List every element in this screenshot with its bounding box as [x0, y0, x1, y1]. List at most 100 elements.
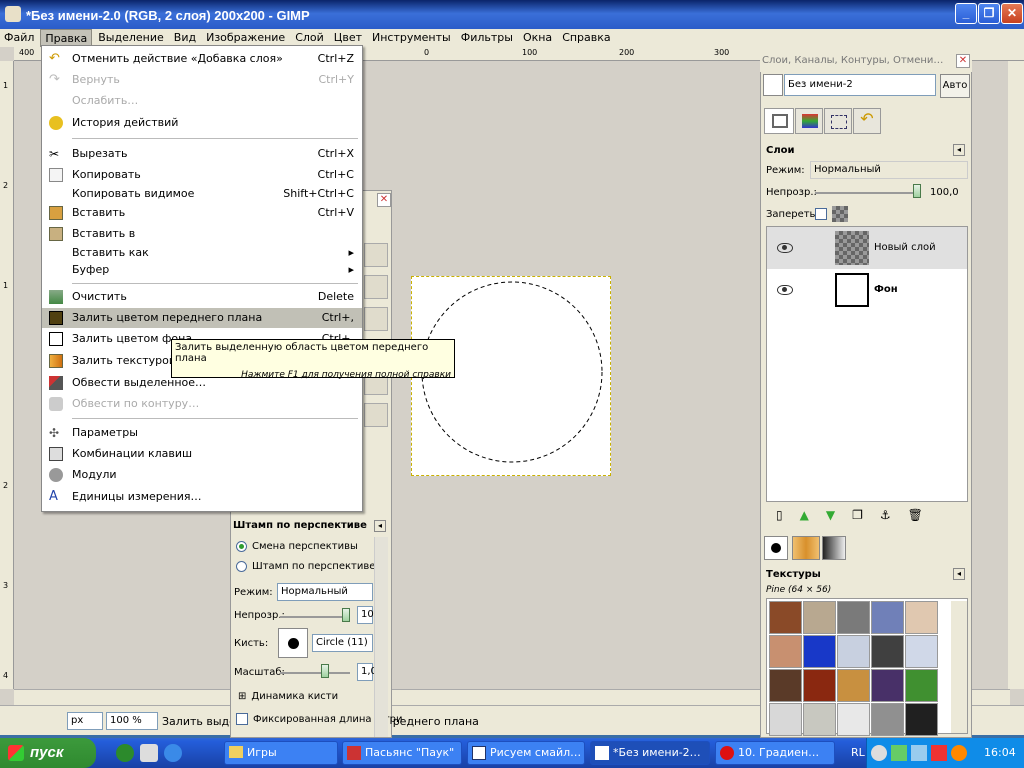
texture-swatch[interactable]: [769, 669, 802, 702]
menu-item-undo[interactable]: ↶ Отменить действие «Добавка слоя» Ctrl+Z: [42, 49, 362, 69]
scale-slider-handle[interactable]: [321, 664, 329, 678]
texture-swatch[interactable]: [871, 635, 904, 668]
texture-swatch[interactable]: [871, 703, 904, 736]
menu-item-paste[interactable]: Вставить Ctrl+V: [42, 203, 362, 223]
menu-item-paste-into[interactable]: Вставить в: [42, 224, 362, 244]
close-button[interactable]: ✕: [1001, 3, 1023, 24]
tool-zoom-icon[interactable]: [364, 275, 388, 299]
textures-scrollbar[interactable]: [951, 601, 967, 733]
task-gimp[interactable]: *Без имени-2…: [590, 741, 710, 765]
utorrent-icon[interactable]: [116, 744, 134, 762]
menu-item-buffer[interactable]: Буфер ▸: [42, 260, 362, 280]
minimize-button[interactable]: _: [955, 3, 977, 24]
mode-select[interactable]: Нормальный: [277, 583, 373, 601]
menu-item-fade[interactable]: Ослабить…: [42, 91, 362, 111]
menu-file[interactable]: Файл: [0, 29, 38, 47]
brush-dynamics-expander[interactable]: ⊞ Динамика кисти: [238, 691, 338, 702]
opacity-value[interactable]: 100: [357, 606, 380, 624]
tray-back-icon[interactable]: [871, 745, 887, 761]
brush-preview-button[interactable]: [278, 628, 308, 658]
unit-select[interactable]: px: [67, 712, 103, 730]
menu-item-stroke-path[interactable]: Обвести по контуру…: [42, 394, 362, 414]
tray-download-icon[interactable]: [911, 745, 927, 761]
radio-perspective-clone[interactable]: Штамп по перспективе: [236, 561, 375, 572]
delete-layer-icon[interactable]: 🗑: [908, 508, 923, 522]
texture-swatch[interactable]: [803, 703, 836, 736]
tray-network-icon[interactable]: [891, 745, 907, 761]
texture-swatch[interactable]: [905, 703, 938, 736]
scale-slider[interactable]: [280, 672, 350, 674]
tab-undo-history[interactable]: ↶: [853, 108, 881, 134]
layer-row[interactable]: Фон: [767, 269, 967, 311]
tool-perspective-clone-icon[interactable]: [364, 403, 388, 427]
task-spider-solitaire[interactable]: Пасьянс "Паук": [342, 741, 462, 765]
menu-item-preferences[interactable]: ✣ Параметры: [42, 423, 362, 443]
layers-mode-select[interactable]: Нормальный: [810, 161, 968, 179]
auto-button[interactable]: Авто: [940, 74, 970, 98]
opacity-slider[interactable]: [280, 616, 350, 618]
language-indicator[interactable]: RL: [851, 746, 865, 759]
duplicate-layer-icon[interactable]: ❐: [852, 508, 863, 522]
task-opera[interactable]: 10. Градиен…: [715, 741, 835, 765]
texture-swatch[interactable]: [769, 703, 802, 736]
layer-row[interactable]: Новый слой: [767, 227, 967, 269]
texture-swatch[interactable]: [871, 669, 904, 702]
menu-filters[interactable]: Фильтры: [457, 29, 517, 47]
menu-item-undo-history[interactable]: История действий: [42, 113, 362, 133]
visibility-eye-icon[interactable]: [777, 285, 793, 295]
dock-close-icon[interactable]: ✕: [956, 54, 970, 68]
texture-swatch[interactable]: [769, 635, 802, 668]
tab-patterns[interactable]: [792, 536, 820, 560]
tab-channels[interactable]: [795, 108, 823, 134]
maximize-button[interactable]: ❐: [978, 3, 1000, 24]
tool-options-scrollbar[interactable]: [374, 537, 388, 737]
tab-paths[interactable]: [824, 108, 852, 134]
lock-alpha-checkbox[interactable]: [815, 208, 827, 223]
internet-explorer-icon[interactable]: [164, 744, 182, 762]
layers-opacity-handle[interactable]: [913, 184, 921, 198]
menu-windows[interactable]: Окна: [519, 29, 556, 47]
lower-layer-icon[interactable]: ▼: [826, 508, 835, 522]
texture-swatch[interactable]: [837, 703, 870, 736]
texture-swatch[interactable]: [871, 601, 904, 634]
toolbox-close-icon[interactable]: ✕: [377, 193, 391, 207]
menu-item-redo[interactable]: ↷ Вернуть Ctrl+Y: [42, 70, 362, 90]
menu-item-fill-fg[interactable]: Залить цветом переднего плана Ctrl+,: [42, 308, 362, 328]
image-select[interactable]: Без имени-2: [784, 74, 936, 96]
layers-menu-icon[interactable]: ◂: [953, 144, 965, 156]
menu-tools[interactable]: Инструменты: [368, 29, 455, 47]
tool-blend-icon[interactable]: [364, 243, 388, 267]
new-layer-icon[interactable]: ▯: [776, 508, 783, 522]
task-games[interactable]: Игры: [224, 741, 338, 765]
texture-swatch[interactable]: [803, 635, 836, 668]
texture-swatch[interactable]: [905, 669, 938, 702]
menu-item-cut[interactable]: ✂ Вырезать Ctrl+X: [42, 144, 362, 164]
task-word-doc[interactable]: Рисуем смайл…: [467, 741, 585, 765]
texture-swatch[interactable]: [803, 601, 836, 634]
textures-menu-icon[interactable]: ◂: [953, 568, 965, 580]
tool-measure-icon[interactable]: [364, 307, 388, 331]
visibility-eye-icon[interactable]: [777, 243, 793, 253]
quicklaunch-app-icon[interactable]: [140, 744, 158, 762]
raise-layer-icon[interactable]: ▲: [800, 508, 809, 522]
tray-app-icon[interactable]: [951, 745, 967, 761]
tab-gradients[interactable]: [822, 536, 846, 560]
texture-swatch[interactable]: [837, 669, 870, 702]
start-button[interactable]: пуск: [0, 738, 96, 768]
radio-change-perspective[interactable]: Смена перспективы: [236, 541, 358, 552]
tool-options-menu-icon[interactable]: ◂: [374, 520, 386, 532]
texture-swatch[interactable]: [905, 635, 938, 668]
texture-swatch[interactable]: [905, 601, 938, 634]
texture-swatch[interactable]: [769, 601, 802, 634]
menu-item-modules[interactable]: Модули: [42, 465, 362, 485]
menu-item-units[interactable]: A Единицы измерения…: [42, 487, 362, 507]
vertical-scrollbar[interactable]: [1008, 61, 1024, 689]
opacity-slider-handle[interactable]: [342, 608, 350, 622]
texture-swatch[interactable]: [837, 635, 870, 668]
vertical-ruler[interactable]: 1 2 1 2 3 4: [0, 61, 14, 689]
tab-layers[interactable]: [764, 108, 794, 134]
menu-help[interactable]: Справка: [558, 29, 614, 47]
anchor-layer-icon[interactable]: ⚓: [880, 508, 891, 522]
menu-item-copy-visible[interactable]: Копировать видимое Shift+Ctrl+C: [42, 184, 362, 204]
tray-antivirus-icon[interactable]: [931, 745, 947, 761]
